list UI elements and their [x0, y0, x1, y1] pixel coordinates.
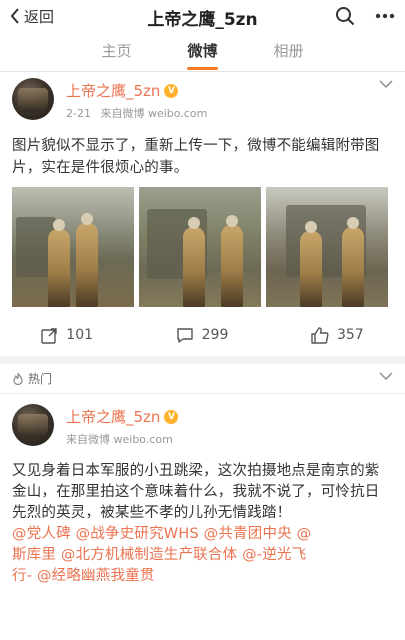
comment-count: 299 — [201, 327, 229, 343]
comment-button[interactable]: 299 — [176, 327, 229, 344]
repost-icon — [41, 327, 57, 344]
feed-divider — [0, 356, 405, 364]
post-photo[interactable] — [266, 187, 388, 307]
thumbs-up-icon — [311, 326, 329, 344]
repost-button[interactable]: 101 — [41, 327, 93, 344]
mention-links[interactable]: 行- @经略幽燕我童贯 — [12, 568, 155, 584]
post-username[interactable]: 上帝之鹰_5zn — [66, 80, 160, 101]
profile-tabs: 主页 微博 相册 — [0, 32, 405, 72]
post-photo[interactable] — [139, 187, 261, 307]
more-icon[interactable] — [375, 13, 395, 19]
post-photo[interactable] — [12, 187, 134, 307]
post-card[interactable]: 上帝之鹰_5zn V 2-21 来自微博 weibo.com 图片貌似不显示了，… — [0, 72, 405, 356]
comment-icon — [176, 327, 193, 343]
mention-links[interactable]: 斯库里 @北方机械制造生产联合体 @-逆光飞 — [12, 547, 306, 563]
post-text: 又见身着日本军服的小丑跳梁，这次拍摄地点是南京的紫金山，在那里拍这个意味着什么，… — [12, 461, 393, 587]
post-source: 来自微博 weibo.com — [66, 433, 173, 446]
tab-album[interactable]: 相册 — [268, 32, 310, 72]
tab-home[interactable]: 主页 — [95, 32, 137, 72]
post-source: 来自微博 weibo.com — [100, 107, 208, 120]
avatar[interactable] — [12, 78, 54, 120]
post-action-bar: 101 299 357 — [0, 315, 405, 355]
like-button[interactable]: 357 — [311, 326, 364, 344]
avatar[interactable] — [12, 404, 54, 446]
post-body: 又见身着日本军服的小丑跳梁，这次拍摄地点是南京的紫金山，在那里拍这个意味着什么，… — [12, 463, 380, 521]
like-count: 357 — [336, 327, 364, 343]
top-nav-bar: 返回 上帝之鹰_5zn — [0, 0, 405, 32]
photo-grid — [12, 187, 393, 307]
back-button[interactable]: 返回 — [10, 6, 54, 27]
vip-badge-icon: V — [164, 83, 179, 98]
mention-links[interactable]: @党人碑 @战争史研究WHS @共青团中央 @ — [12, 526, 311, 542]
flame-icon — [13, 372, 23, 385]
tab-weibo[interactable]: 微博 — [181, 32, 223, 72]
repost-count: 101 — [66, 327, 94, 343]
hot-section-header: 热门 — [0, 364, 405, 394]
chevron-down-icon[interactable] — [379, 372, 393, 381]
post-date: 2-21 — [66, 107, 91, 120]
post-username[interactable]: 上帝之鹰_5zn — [66, 406, 160, 427]
search-icon[interactable] — [335, 6, 355, 26]
chevron-down-icon[interactable] — [379, 80, 393, 89]
post-text: 图片貌似不显示了，重新上传一下，微博不能编辑附带图片，实在是件很烦心的事。 — [12, 138, 380, 176]
post-card[interactable]: 上帝之鹰_5zn V 来自微博 weibo.com 又见身着日本军服的小丑跳梁，… — [0, 394, 405, 587]
hot-label: 热门 — [28, 372, 53, 386]
back-label: 返回 — [24, 7, 55, 26]
vip-badge-icon: V — [164, 409, 179, 424]
chevron-left-icon — [10, 8, 19, 24]
